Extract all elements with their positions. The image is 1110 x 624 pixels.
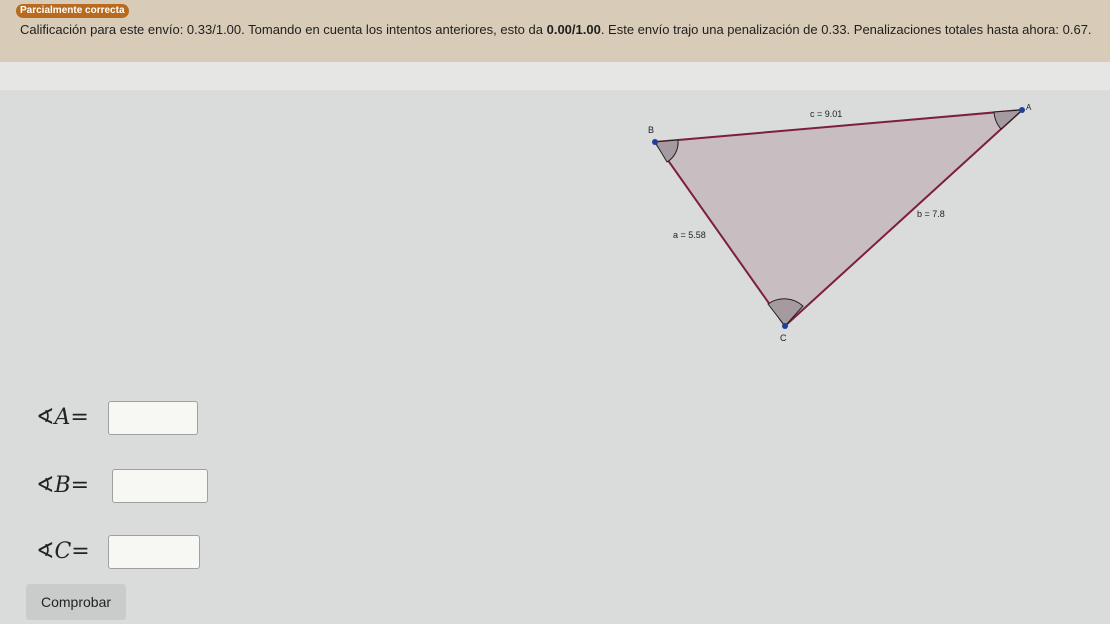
- angle-b-input[interactable]: [112, 469, 208, 503]
- angle-c-label: ∢C=: [36, 539, 90, 564]
- angle-a-arc: [993, 109, 1024, 130]
- vertex-c-label: C: [780, 333, 787, 343]
- angle-b-label: ∢B=: [36, 473, 90, 498]
- vertex-b-label: B: [648, 125, 654, 135]
- vertex-a-point: [1019, 107, 1025, 113]
- angle-a-label: ∢A=: [36, 405, 89, 430]
- feedback-panel: Parcialmente correcta Calificación para …: [0, 0, 1110, 62]
- vertex-a-label: A: [1026, 103, 1032, 112]
- vertex-c-point: [782, 323, 788, 329]
- vertex-b-point: [652, 139, 658, 145]
- grade-feedback-text: Calificación para este envío: 0.33/1.00.…: [20, 22, 1100, 37]
- angle-c-arc: [767, 298, 804, 327]
- divider-strip: [0, 62, 1110, 90]
- side-a-label: a = 5.58: [673, 230, 706, 240]
- grade-total: 0.00/1.00: [546, 22, 601, 37]
- grade-text-start: Calificación para este envío: 0.33/1.00.…: [20, 22, 547, 37]
- grade-text-end: . Este envío trajo una penalización de 0…: [600, 22, 1092, 37]
- side-b-label: b = 7.8: [917, 209, 945, 219]
- side-c-label: c = 9.01: [810, 109, 842, 119]
- angle-a-input[interactable]: [108, 401, 198, 435]
- angle-c-input[interactable]: [108, 535, 200, 569]
- check-button[interactable]: Comprobar: [26, 584, 126, 620]
- status-badge: Parcialmente correcta: [16, 4, 129, 18]
- triangle-shape: [653, 108, 1025, 328]
- triangle-figure: B A C c = 9.01 b = 7.8 a = 5.58: [648, 103, 1032, 343]
